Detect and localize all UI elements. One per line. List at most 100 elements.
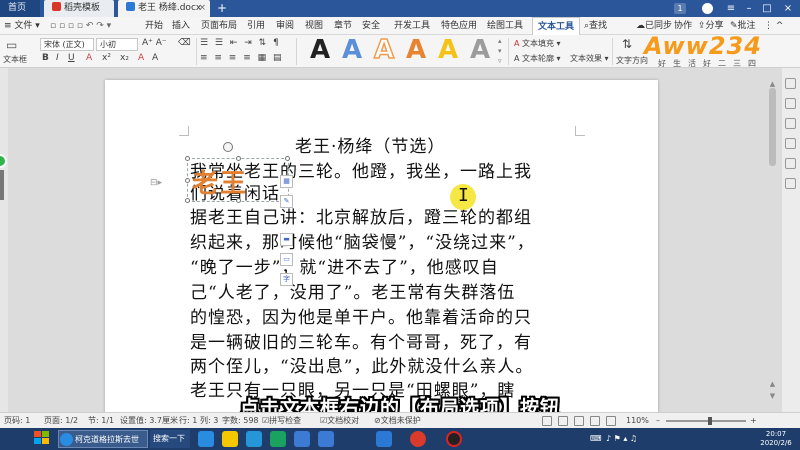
underline-icon[interactable]: U [68,53,75,63]
text-style-blue[interactable]: A [342,36,362,64]
textbox-icon[interactable]: ▭ [6,38,17,52]
edge-icon[interactable] [198,431,214,447]
keyboard-icon[interactable]: ⌨ [590,434,602,443]
text-outline-button[interactable]: A 文本轮廓 ▾ [514,53,561,64]
file-explorer-icon[interactable] [222,431,238,447]
paragraph-marker-icon[interactable]: ⊟▸ [150,178,162,188]
window-count-badge[interactable]: 1 [674,3,686,14]
chrome-icon[interactable] [410,431,426,447]
protect-status[interactable]: ⊘文档未保护 [374,413,421,429]
italic-icon[interactable]: I [56,53,59,63]
resize-handle[interactable] [185,198,190,203]
text-fill-button[interactable]: A 文本填充 ▾ [514,38,561,49]
text-style-orange-outline[interactable]: A [373,35,395,65]
status-column[interactable]: 列: 3 [200,413,218,429]
status-section[interactable]: 节: 1/1 [88,413,114,429]
status-page-number[interactable]: 页码: 1 [4,413,30,429]
bold-icon[interactable]: B [42,53,49,63]
menu-features[interactable]: 特色应用 [441,17,477,35]
tab-home[interactable]: 首页 [0,0,40,17]
font-size-select[interactable]: 小初 [96,38,138,51]
doc-line-7[interactable]: 的惶恐，因为他是单干户。他靠着活命的只 [190,308,532,329]
panel-icon[interactable] [785,98,796,109]
textbox-label[interactable]: 文本框 [3,54,27,65]
app-icon[interactable] [270,431,286,447]
panel-icon[interactable] [785,178,796,189]
menu-security[interactable]: 安全 [362,17,380,35]
menu-review[interactable]: 审阅 [276,17,294,35]
zoom-in-icon[interactable]: + [750,413,757,429]
scrollbar-thumb[interactable] [769,88,776,166]
netdisk-icon[interactable] [318,431,334,447]
text-direction-float-button[interactable]: 字 [280,273,293,286]
doc-line-8[interactable]: 是一辆破旧的三轮车。有个哥哥，死了，有 [190,333,532,354]
zoom-out-icon[interactable]: – [656,413,660,429]
zoom-percent[interactable]: 110% [626,413,649,429]
taskbar-clock[interactable]: 20:07 2020/2/6 [754,430,798,448]
selected-textbox[interactable]: 老王 [185,156,290,203]
outline-view-icon[interactable] [574,416,584,426]
resize-handle[interactable] [185,156,190,161]
windows-start-icon[interactable] [34,431,52,447]
font-name-select[interactable]: 宋体 (正文) [40,38,94,51]
doc-line-9[interactable]: 两个侄儿，“没出息”，此外就没什么亲人。 [190,357,533,378]
spell-check-toggle[interactable]: ☑拼写检查 [262,413,301,429]
doc-line-3[interactable]: 据老王自己讲：北京解放后，蹬三轮的都组 [190,208,532,229]
new-tab-button[interactable]: + [214,0,230,17]
align-icons[interactable]: ≡ ≡ ≡ ≡ ▦ ▤ [200,53,283,63]
zoom-slider[interactable] [666,417,746,425]
outline-button[interactable]: ▭ [280,253,293,266]
resize-handle[interactable] [185,178,190,183]
menu-insert[interactable]: 插入 [172,17,190,35]
web-view-icon[interactable] [606,416,616,426]
panel-icon[interactable] [785,118,796,129]
view-mode-icon[interactable] [542,416,552,426]
layout-options-button[interactable]: ▦ [280,175,293,188]
quick-access-icons[interactable]: ▫ ▫ ▫ ▫ ↶ ↷ ▾ [50,17,111,35]
textbox-content[interactable]: 老王 [192,163,248,200]
menu-file[interactable]: ≡ 文件 ▾ [4,17,40,35]
font-color-icon[interactable]: A [86,53,92,63]
document-title[interactable]: 老王·杨绛（节选） [295,132,445,157]
doc-line-6[interactable]: 己“人老了，没用了”。老王常有失群落伍 [190,283,515,304]
close-window-icon[interactable]: × [780,2,796,15]
status-word-count[interactable]: 字数: 598 [222,413,259,429]
text-style-yellow[interactable]: A [438,36,458,64]
status-pages[interactable]: 页面: 1/2 [44,413,78,429]
more-options-icon[interactable]: ⋮ ^ [764,17,783,35]
text-style-black[interactable]: A [310,36,330,64]
text-effect-button[interactable]: 文本效果 ▾ [570,53,609,64]
style-scroll-down-icon[interactable]: ▾ [498,47,502,55]
doc-line-5[interactable]: “晚了一步”，就“进不去了”，他感叹自 [190,258,499,279]
store-icon[interactable] [246,431,262,447]
minimize-icon[interactable]: – [742,2,756,15]
rotate-handle[interactable] [223,142,233,152]
scroll-prev-page-icon[interactable]: ▲ [768,380,777,388]
highlight-icon[interactable]: A [138,53,144,63]
print-layout-icon[interactable] [558,416,568,426]
font-grow-shrink-icon[interactable]: A⁺ A⁻ [142,38,167,48]
cloud-app-icon[interactable] [294,431,310,447]
text-direction-icon[interactable]: ⇅ [622,37,632,51]
resize-handle[interactable] [236,156,241,161]
document-page[interactable]: 老王·杨绛（节选） ⊟▸ 我常坐老王的三轮。他蹬，我坐，一路上我 们说着闲话。 … [105,80,658,420]
wps-writer-icon[interactable] [376,431,392,447]
proofread-button[interactable]: ☑文档校对 [320,413,359,429]
menu-view[interactable]: 视图 [305,17,323,35]
fill-button[interactable]: ▬ [280,233,293,246]
char-border-icon[interactable]: A [152,53,158,63]
menu-drawing-tools[interactable]: 绘图工具 [487,17,523,35]
text-style-gray[interactable]: A [470,36,490,64]
floating-assistant-icon[interactable] [0,154,7,168]
menu-start[interactable]: 开始 [145,17,163,35]
resize-handle[interactable] [285,156,290,161]
zoom-slider-knob[interactable] [708,417,712,425]
tab-document[interactable]: 老王 杨绛.docx × [118,0,210,17]
clear-format-icon[interactable]: ⌫ [178,38,191,48]
superscript-icon[interactable]: x² [102,53,111,63]
menu-chapter[interactable]: 章节 [334,17,352,35]
menu-page-layout[interactable]: 页面布局 [201,17,237,35]
record-icon[interactable] [446,431,462,447]
search-button[interactable]: ⌕查找 [584,17,607,35]
tab-template[interactable]: 稻壳模板 [44,0,114,17]
